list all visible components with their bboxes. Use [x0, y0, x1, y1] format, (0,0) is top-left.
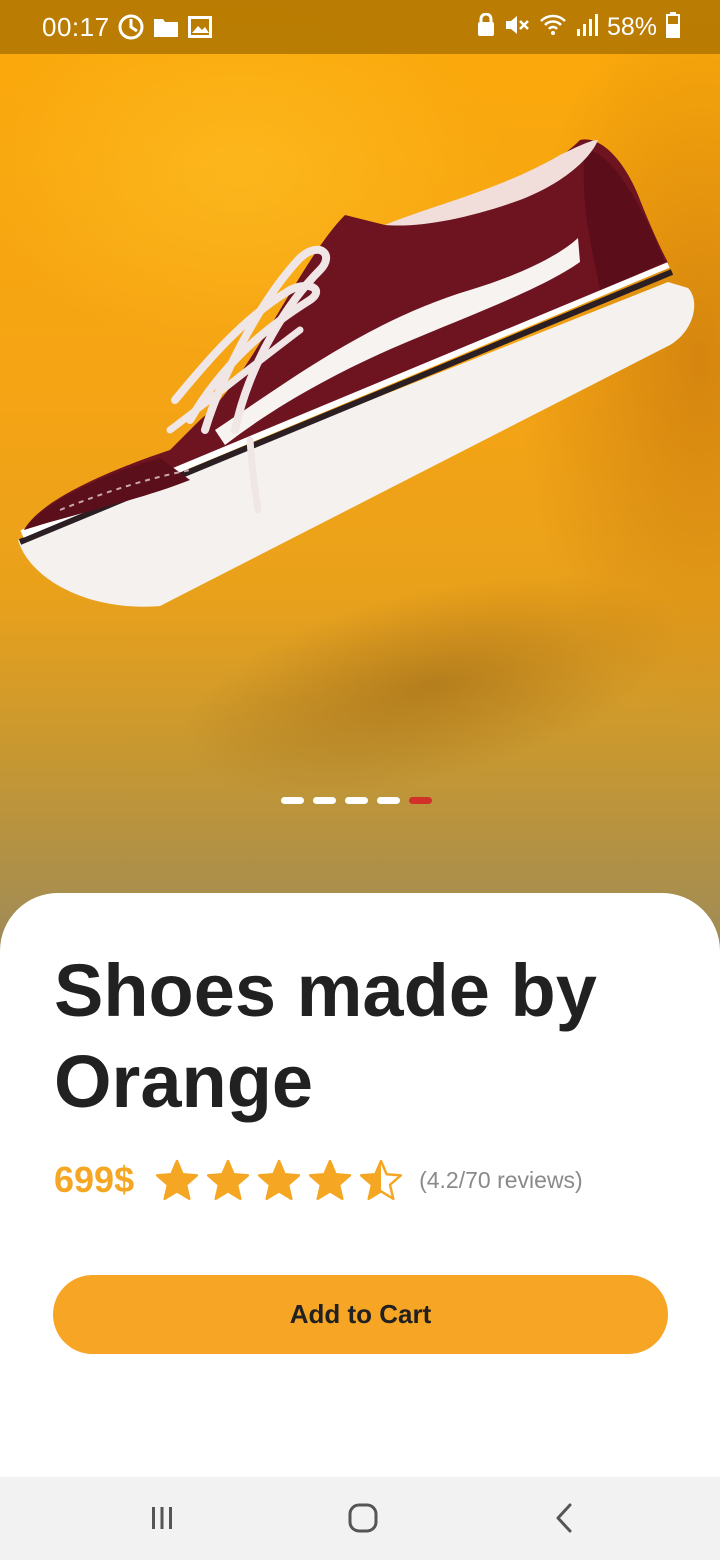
product-hero — [0, 0, 720, 960]
status-icons-left — [118, 14, 212, 45]
price-rating-row: 699$ (4.2/70 reviews) — [54, 1155, 583, 1205]
carousel-dot[interactable] — [313, 797, 336, 804]
back-icon — [554, 1503, 574, 1536]
navigation-bar — [0, 1477, 720, 1560]
recent-apps-button[interactable] — [140, 1499, 184, 1539]
product-title: Shoes made by Orange — [54, 945, 654, 1127]
star-half-icon — [359, 1159, 403, 1201]
gallery-icon — [188, 16, 212, 43]
carousel-dot-active[interactable] — [409, 797, 432, 804]
battery-percentage: 58% — [606, 13, 657, 41]
star-full-icon — [308, 1159, 352, 1201]
recent-apps-icon — [148, 1505, 176, 1534]
carousel-indicator — [281, 797, 432, 804]
data-usage-icon — [118, 14, 144, 45]
star-full-icon — [206, 1159, 250, 1201]
folder-icon — [154, 17, 178, 42]
back-button[interactable] — [542, 1499, 586, 1539]
carousel-dot[interactable] — [377, 797, 400, 804]
mute-icon — [504, 13, 530, 42]
add-to-cart-button[interactable]: Add to Cart — [53, 1275, 668, 1354]
status-time: 00:17 — [42, 12, 110, 42]
status-bar: 00:17 58% — [0, 0, 720, 54]
star-rating — [155, 1159, 403, 1201]
carousel-dot[interactable] — [345, 797, 368, 804]
product-price: 699$ — [54, 1159, 135, 1200]
status-icons-right: 58% — [477, 12, 680, 43]
vpn-lock-icon — [477, 12, 495, 42]
wifi-icon — [539, 13, 567, 42]
shoe-image[interactable] — [0, 0, 720, 780]
home-icon — [348, 1503, 378, 1536]
product-title-line1: Shoes made by — [54, 949, 597, 1032]
product-title-line2: Orange — [54, 1040, 314, 1123]
carousel-dot[interactable] — [281, 797, 304, 804]
star-full-icon — [155, 1159, 199, 1201]
battery-icon — [666, 12, 680, 43]
signal-icon — [576, 13, 598, 42]
reviews-count[interactable]: (4.2/70 reviews) — [419, 1167, 583, 1194]
product-card: Shoes made by Orange 699$ (4.2/70 review… — [0, 893, 720, 1477]
home-button[interactable] — [341, 1499, 385, 1539]
star-full-icon — [257, 1159, 301, 1201]
